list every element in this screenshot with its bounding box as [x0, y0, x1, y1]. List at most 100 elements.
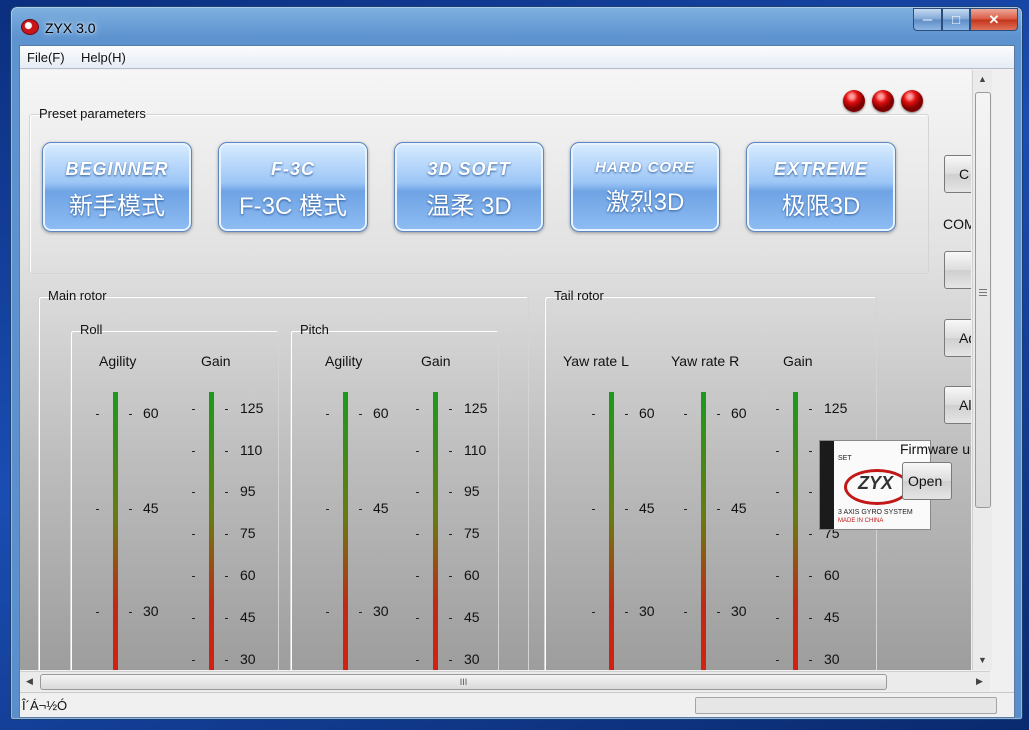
status-bar: Î´Á¬½Ó — [20, 692, 1014, 717]
yaw-rate-r-tick — [717, 509, 720, 510]
yaw-rate-l-tick-label: 45 — [639, 500, 655, 516]
yaw-rate-r-tick-label: 30 — [731, 603, 747, 619]
yaw-rate-l-tick — [625, 612, 628, 613]
status-leds — [843, 90, 923, 112]
pitch-gain-tick-label: 45 — [464, 609, 480, 625]
roll-gain-tick — [225, 492, 228, 493]
pitch-gain-tick — [449, 534, 452, 535]
board-subcaption: MADE IN CHINA — [838, 518, 884, 524]
roll-agility-tick-label: 30 — [143, 603, 159, 619]
roll-gain-tick-label: 125 — [240, 400, 264, 416]
yaw-rate-l-tick — [592, 414, 595, 415]
minimize-button[interactable]: ─ — [913, 8, 942, 31]
roll-agility-tick — [96, 414, 99, 415]
tail-gain-tick-label: 60 — [824, 567, 840, 583]
preset-beginner-button[interactable]: BEGINNER 新手模式 — [42, 142, 192, 232]
status-progress-bar — [695, 697, 997, 714]
all-defaults-button[interactable]: All d — [944, 386, 971, 424]
board-set-label: SET — [838, 455, 852, 462]
tail-gain-slider[interactable] — [793, 392, 798, 670]
preset-f3c-cn: F-3C 模式 — [239, 193, 347, 220]
firmware-open-button[interactable]: Open — [902, 462, 952, 500]
yaw-rate-l-slider[interactable] — [609, 392, 614, 670]
roll-agility-tick — [129, 612, 132, 613]
status-led-1 — [843, 90, 865, 112]
main-content: Preset parameters BEGINNER 新手模式 F-3C F-3… — [20, 70, 971, 670]
roll-gain-tick-label: 75 — [240, 525, 256, 541]
side-button-blank[interactable] — [944, 251, 971, 289]
preset-parameters-group: Preset parameters BEGINNER 新手模式 F-3C F-3… — [29, 106, 929, 274]
pitch-gain-tick — [416, 409, 419, 410]
menu-file[interactable]: File(F) — [27, 50, 65, 65]
tail-gain-tick-label: 30 — [824, 651, 840, 667]
roll-gain-tick — [192, 492, 195, 493]
preset-f3c-button[interactable]: F-3C F-3C 模式 — [218, 142, 368, 232]
tail-gain-tick-label: 45 — [824, 609, 840, 625]
board-caption: 3 AXIS GYRO SYSTEM — [838, 509, 913, 516]
vertical-scrollbar[interactable]: ▲ ▼ — [972, 70, 992, 670]
roll-gain-tick-label: 110 — [240, 442, 263, 458]
title-bar[interactable]: ZYX 3.0 ─ □ ✕ — [11, 7, 1022, 43]
pitch-gain-tick — [416, 492, 419, 493]
preset-beginner-cn: 新手模式 — [69, 193, 165, 220]
vertical-scroll-thumb[interactable] — [975, 92, 991, 508]
maximize-button[interactable]: □ — [942, 8, 970, 31]
preset-hard-core-en: HARD CORE — [595, 159, 695, 176]
yaw-rate-r-tick — [717, 414, 720, 415]
tail-gain-tick — [809, 576, 812, 577]
caption-buttons: ─ □ ✕ — [913, 8, 1018, 31]
pitch-gain-tick — [449, 409, 452, 410]
preset-hard-core-button[interactable]: HARD CORE 激烈3D — [570, 142, 720, 232]
yaw-rate-l-tick — [592, 509, 595, 510]
tail-rotor-title: Tail rotor — [554, 288, 604, 303]
connect-button[interactable]: C — [944, 155, 971, 193]
pitch-gain-tick-label: 30 — [464, 651, 480, 667]
roll-agility-tick-label: 60 — [143, 405, 159, 421]
pitch-agility-tick-label: 30 — [373, 603, 389, 619]
roll-gain-tick — [192, 618, 195, 619]
scroll-down-arrow[interactable]: ▼ — [978, 655, 987, 665]
roll-agility-slider[interactable] — [113, 392, 118, 670]
advanced-button[interactable]: Adva — [944, 319, 971, 357]
pitch-gain-tick — [416, 534, 419, 535]
pitch-agility-tick — [326, 612, 329, 613]
menu-bar: File(F) Help(H) — [20, 46, 1014, 69]
status-led-3 — [901, 90, 923, 112]
tail-gain-tick — [809, 492, 812, 493]
tail-gain-tick-label: 125 — [824, 400, 848, 416]
tail-gain-tick — [776, 660, 779, 661]
pitch-agility-tick — [359, 414, 362, 415]
preset-extreme-button[interactable]: EXTREME 极限3D — [746, 142, 896, 232]
yaw-rate-r-slider[interactable] — [701, 392, 706, 670]
roll-gain-slider[interactable] — [209, 392, 214, 670]
pitch-agility-slider[interactable] — [343, 392, 348, 670]
roll-gain-tick-label: 30 — [240, 651, 256, 667]
roll-gain-tick — [225, 618, 228, 619]
tail-gain-tick — [776, 618, 779, 619]
horizontal-scrollbar[interactable]: ◀ III ▶ — [20, 671, 990, 691]
roll-agility-tick-label: 45 — [143, 500, 159, 516]
horizontal-scroll-thumb[interactable]: III — [40, 674, 887, 690]
scroll-left-arrow[interactable]: ◀ — [26, 676, 33, 687]
pitch-gain-tick-label: 60 — [464, 567, 480, 583]
preset-3d-soft-en: 3D SOFT — [427, 159, 511, 179]
preset-extreme-en: EXTREME — [773, 159, 868, 179]
close-button[interactable]: ✕ — [970, 8, 1018, 31]
yaw-rate-r-label: Yaw rate R — [671, 353, 740, 369]
yaw-rate-l-tick — [625, 509, 628, 510]
pitch-agility-tick-label: 60 — [373, 405, 389, 421]
menu-help[interactable]: Help(H) — [81, 50, 126, 65]
scroll-right-arrow[interactable]: ▶ — [976, 676, 983, 687]
roll-gain-tick — [225, 409, 228, 410]
pitch-gain-tick-label: 110 — [464, 442, 487, 458]
pitch-gain-tick — [416, 660, 419, 661]
roll-gain-tick — [192, 576, 195, 577]
tail-gain-tick — [776, 451, 779, 452]
roll-agility-tick — [129, 509, 132, 510]
roll-gain-tick — [192, 534, 195, 535]
tail-gain-tick — [809, 451, 812, 452]
preset-3d-soft-button[interactable]: 3D SOFT 温柔 3D — [394, 142, 544, 232]
pitch-gain-tick — [416, 576, 419, 577]
pitch-gain-slider[interactable] — [433, 392, 438, 670]
scroll-up-arrow[interactable]: ▲ — [978, 74, 987, 84]
